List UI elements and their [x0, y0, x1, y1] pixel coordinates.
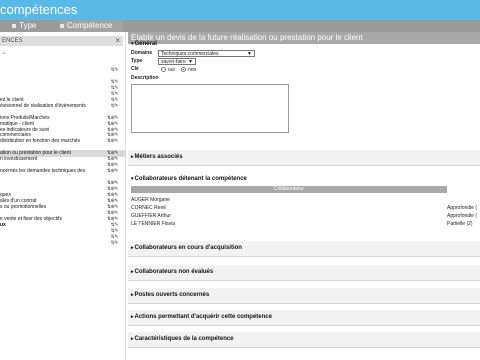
radio-checked-icon	[181, 67, 186, 73]
collab-level: Approfondie (	[447, 213, 478, 219]
app-title: compétences	[0, 2, 78, 17]
radio-icon	[161, 67, 166, 73]
actions-title: Actions permettant d'acquérir cette comp…	[134, 314, 272, 320]
collab-level: Approfondie (	[447, 205, 478, 211]
triangle-down-icon: ▾	[131, 176, 134, 182]
tree-item[interactable]: ⇅✎	[0, 240, 125, 247]
collab-table-header: Collaborateur	[131, 186, 447, 193]
competence-tree-panel: ENCES × ⌄ ⇅✎ ⇅✎ ⇅✎ ⇅✎ ez le client ⇅✎ évisionn…	[0, 32, 126, 360]
app-titlebar: compétences	[0, 0, 480, 20]
tab-square-icon	[12, 23, 16, 28]
cle-non-radio[interactable]: non	[181, 67, 196, 74]
tab-square-icon	[60, 23, 64, 28]
collab-non-eval-title: Collaborateurs non évalués	[134, 269, 214, 275]
description-label: Description	[131, 75, 159, 81]
type-select[interactable]: savoir-faire ▼	[158, 58, 196, 65]
triangle-right-icon: ▸	[131, 336, 134, 342]
tab-competence[interactable]: Compétence	[60, 20, 123, 32]
cle-label: Clé	[131, 66, 139, 72]
domaine-label: Domaine	[131, 50, 153, 56]
tab-type-label: Type	[19, 21, 37, 30]
collab-name[interactable]: CORNEC René	[131, 205, 166, 212]
tab-type[interactable]: Type	[12, 20, 44, 32]
type-label: Type	[131, 58, 143, 64]
tree-panel-title: ENCES	[2, 38, 23, 44]
collab-header-label: Collaborateur	[273, 186, 305, 192]
actions-section[interactable]: ▸Actions permettant d'acquérir cette com…	[128, 310, 480, 326]
tab-bar: Type Compétence	[0, 20, 480, 32]
collab-name[interactable]: AUGER Morgane	[131, 197, 170, 204]
domaine-value: Techniques commerciales	[161, 51, 219, 57]
tree-item-action-icons[interactable]: ⇅✎	[111, 240, 119, 247]
detail-title-bar: Etablir un devis de la future réalisatio…	[128, 32, 480, 44]
collab-cours-section[interactable]: ▸Collaborateurs en cours d'acquisition	[128, 241, 480, 257]
collab-name[interactable]: GUEFFIER Arthur	[131, 213, 171, 220]
type-value: savoir-faire	[161, 59, 186, 65]
collab-detenant-title: Collaborateurs détenant la compétence	[134, 176, 247, 182]
triangle-down-icon: ▾	[131, 41, 134, 47]
caret-down-icon: ▼	[247, 51, 252, 57]
close-icon[interactable]: ×	[115, 36, 120, 45]
description-textarea[interactable]	[131, 84, 289, 133]
tree-panel-header: ENCES ×	[0, 36, 123, 46]
collab-non-eval-section[interactable]: ▸Collaborateurs non évalués	[128, 265, 480, 281]
competence-detail: Etablir un devis de la future réalisatio…	[128, 32, 480, 360]
triangle-right-icon: ▸	[131, 292, 134, 298]
general-title: Général	[134, 41, 157, 47]
triangle-right-icon: ▸	[131, 154, 134, 160]
caracteristiques-title: Caractéristiques de la compétence	[134, 336, 234, 342]
collab-name[interactable]: LE TENNIER Flavia	[131, 221, 175, 228]
postes-section[interactable]: ▸Postes ouverts concernés	[128, 288, 480, 304]
collab-level: Partielle (2)	[447, 221, 473, 227]
chevron-down-icon[interactable]: ⌄	[1, 48, 11, 56]
caret-down-icon: ▼	[188, 59, 193, 65]
triangle-right-icon: ▸	[131, 314, 134, 320]
non-label: non	[188, 67, 197, 73]
metiers-section[interactable]: ▸Métiers associés	[128, 150, 480, 166]
competence-title: Etablir un devis de la future réalisatio…	[131, 33, 363, 42]
postes-title: Postes ouverts concernés	[134, 292, 210, 298]
collab-detenant-section[interactable]: ▾Collaborateurs détenant la compétence	[128, 173, 480, 187]
caracteristiques-section[interactable]: ▸Caractéristiques de la compétence	[128, 332, 480, 348]
general-section-header[interactable]: ▾Général	[131, 41, 157, 47]
domaine-select[interactable]: Techniques commerciales ▼	[158, 50, 255, 57]
triangle-right-icon: ▸	[131, 245, 134, 251]
collab-cours-title: Collaborateurs en cours d'acquisition	[134, 245, 242, 251]
triangle-right-icon: ▸	[131, 269, 134, 275]
metiers-title: Métiers associés	[134, 154, 183, 160]
oui-label: oui	[168, 67, 175, 73]
tab-competence-label: Compétence	[67, 21, 113, 30]
cle-oui-radio[interactable]: oui	[161, 67, 175, 74]
